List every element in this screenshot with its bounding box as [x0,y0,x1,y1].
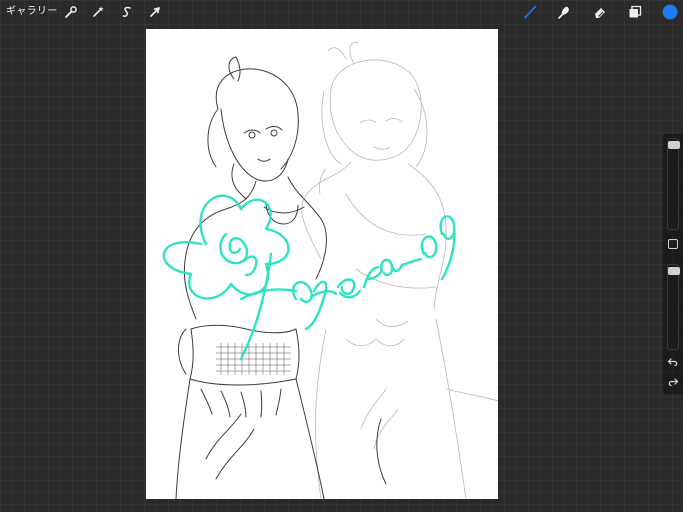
opacity-thumb[interactable] [668,267,680,275]
gallery-button[interactable]: ギャラリー [6,4,58,20]
signature-stroke [162,194,456,361]
sidebar-panel [663,134,683,394]
arrow-cursor-icon[interactable] [146,3,164,21]
eraser-icon[interactable] [591,3,609,21]
brush-icon[interactable] [521,3,539,21]
redo-icon[interactable] [667,376,679,388]
opacity-slider[interactable] [667,264,680,350]
magic-wand-icon[interactable] [89,3,107,21]
wrench-icon[interactable] [62,3,80,21]
smudge-icon[interactable] [555,3,573,21]
brush-size-thumb[interactable] [668,141,680,149]
color-picker-button[interactable] [662,4,678,20]
artwork-sketch [162,41,498,499]
drawing-canvas[interactable] [146,29,498,499]
modify-button[interactable] [668,239,678,249]
brush-size-slider[interactable] [667,138,680,230]
layers-icon[interactable] [626,3,644,21]
top-toolbar: ギャラリー [0,0,683,24]
undo-icon[interactable] [667,356,679,368]
selection-s-icon[interactable] [118,3,136,21]
